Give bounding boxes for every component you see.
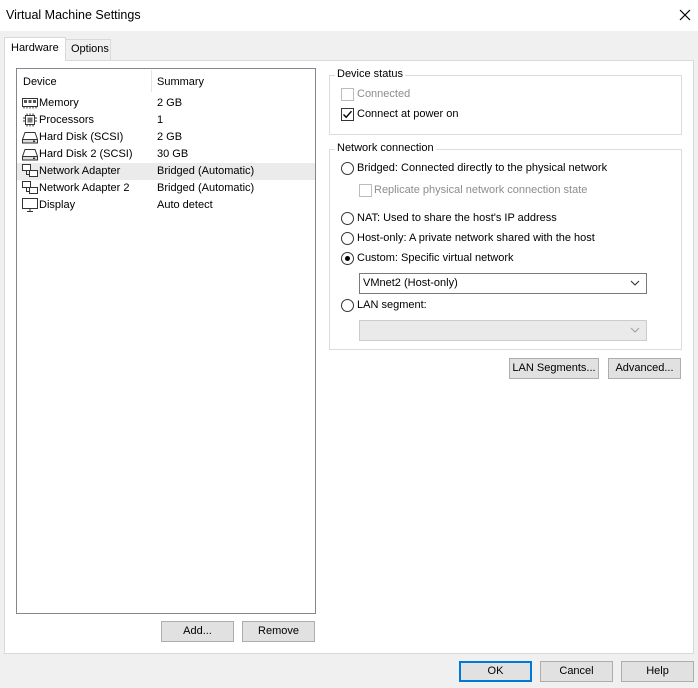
memory-icon — [22, 98, 38, 109]
lan-segment-label: LAN segment: — [357, 299, 427, 311]
device-status-title: Device status — [335, 68, 406, 80]
tab-hardware[interactable]: Hardware — [4, 37, 66, 61]
window-title: Virtual Machine Settings — [6, 8, 141, 22]
checkmark-icon — [343, 110, 353, 119]
advanced-button[interactable]: Advanced... — [608, 358, 681, 379]
help-button[interactable]: Help — [621, 661, 694, 682]
bridged-label: Bridged: Connected directly to the physi… — [357, 162, 608, 174]
column-header-device[interactable]: Device — [23, 76, 57, 88]
device-status-group — [329, 75, 682, 135]
connected-checkbox[interactable] — [341, 88, 354, 101]
device-summary: 1 — [157, 114, 164, 126]
network-connection-title: Network connection — [335, 142, 436, 154]
column-separator[interactable] — [151, 70, 152, 92]
device-summary: Bridged (Automatic) — [157, 182, 255, 194]
chevron-down-icon — [630, 280, 640, 286]
cancel-button[interactable]: Cancel — [540, 661, 613, 682]
device-summary: 2 GB — [157, 131, 183, 143]
lan-segment-dropdown[interactable] — [359, 320, 647, 341]
device-summary: 30 GB — [157, 148, 189, 160]
device-name: Processors — [39, 114, 95, 126]
tab-options[interactable]: Options — [64, 39, 111, 60]
network-adapter-icon — [22, 164, 38, 177]
network-adapter-icon — [22, 181, 38, 194]
device-row-network-adapter[interactable]: Network Adapter Bridged (Automatic) — [17, 163, 315, 180]
replicate-checkbox[interactable] — [359, 184, 372, 197]
connect-at-power-on-label: Connect at power on — [357, 108, 459, 120]
host-only-label: Host-only: A private network shared with… — [357, 232, 595, 244]
radio-selected-dot — [345, 256, 350, 261]
replicate-label: Replicate physical network connection st… — [374, 184, 588, 196]
custom-network-value: VMnet2 (Host-only) — [363, 277, 458, 289]
connected-label: Connected — [357, 88, 411, 100]
device-summary: 2 GB — [157, 97, 183, 109]
lan-segments-button[interactable]: LAN Segments... — [509, 358, 599, 379]
device-row-display[interactable]: Display Auto detect — [17, 197, 315, 214]
display-icon — [22, 198, 38, 212]
device-row-hard-disk-2[interactable]: Hard Disk 2 (SCSI) 30 GB — [17, 146, 315, 163]
chevron-down-icon — [630, 327, 640, 333]
hard-disk-icon — [22, 132, 38, 144]
device-name: Hard Disk (SCSI) — [39, 131, 124, 143]
bridged-radio[interactable] — [341, 162, 354, 175]
lan-segment-radio[interactable] — [341, 299, 354, 312]
device-row-network-adapter-2[interactable]: Network Adapter 2 Bridged (Automatic) — [17, 180, 315, 197]
device-row-processors[interactable]: Processors 1 — [17, 112, 315, 129]
close-icon — [679, 9, 691, 21]
add-button[interactable]: Add... — [161, 621, 234, 642]
column-header-summary[interactable]: Summary — [157, 76, 204, 88]
custom-network-dropdown[interactable]: VMnet2 (Host-only) — [359, 273, 647, 294]
device-name: Network Adapter 2 — [39, 182, 130, 194]
close-button[interactable] — [672, 4, 698, 26]
device-row-memory[interactable]: Memory 2 GB — [17, 95, 315, 112]
remove-button[interactable]: Remove — [242, 621, 315, 642]
device-summary: Bridged (Automatic) — [157, 165, 255, 177]
ok-button[interactable]: OK — [459, 661, 532, 682]
host-only-radio[interactable] — [341, 232, 354, 245]
device-summary: Auto detect — [157, 199, 213, 211]
custom-label: Custom: Specific virtual network — [357, 252, 514, 264]
device-name: Memory — [39, 97, 79, 109]
device-name: Display — [39, 199, 76, 211]
hard-disk-icon — [22, 149, 38, 161]
nat-label: NAT: Used to share the host's IP address — [357, 212, 557, 224]
processor-icon — [23, 113, 37, 127]
nat-radio[interactable] — [341, 212, 354, 225]
device-name: Hard Disk 2 (SCSI) — [39, 148, 133, 160]
device-name: Network Adapter — [39, 165, 121, 177]
device-row-hard-disk[interactable]: Hard Disk (SCSI) 2 GB — [17, 129, 315, 146]
custom-radio[interactable] — [341, 252, 354, 265]
connect-at-power-on-checkbox[interactable] — [341, 108, 354, 121]
